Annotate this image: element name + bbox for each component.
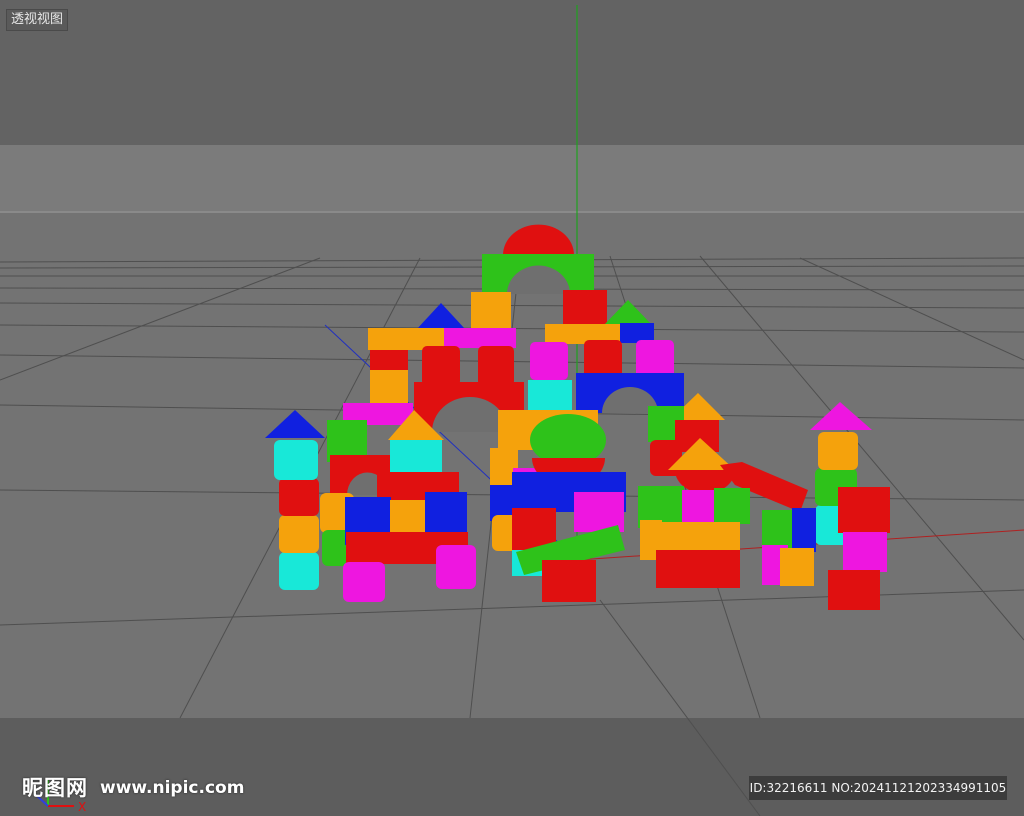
axis-x-label: X [78,800,86,814]
horizon-band [0,145,1024,213]
bottom-band [0,718,1024,816]
watermark-site-name: 昵图网 [22,775,88,800]
sky-band [0,0,1024,145]
watermark-url: www.nipic.com [100,778,245,798]
perspective-viewport[interactable]: X 透视视图 昵图网 www.nipic.com ID:32216611 NO:… [0,0,1024,816]
watermark-id-badge: ID:32216611 NO:20241121202334991105 [749,776,1007,800]
scene-3d[interactable]: X [0,0,1024,816]
viewport-name-label[interactable]: 透视视图 [6,9,69,31]
